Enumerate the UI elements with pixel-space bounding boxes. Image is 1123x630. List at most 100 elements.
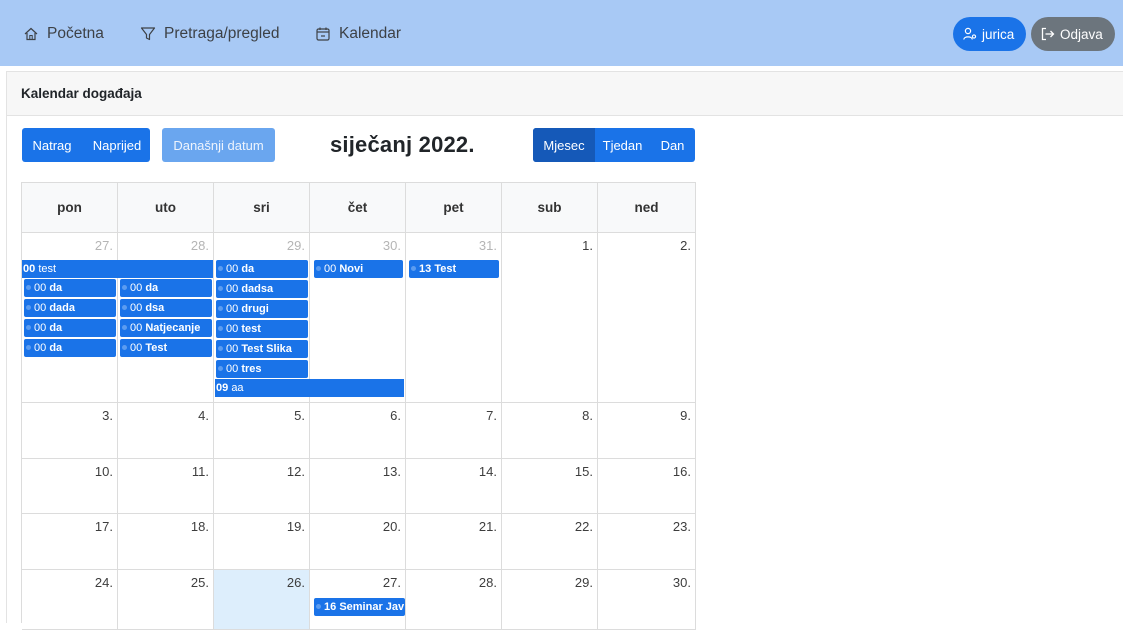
calendar-event[interactable]: 00 tres <box>216 360 308 378</box>
day-cell[interactable]: 28. <box>118 233 214 403</box>
month-calendar-grid: pon uto sri čet pet sub ned 27. 28. 29. … <box>21 182 696 630</box>
day-cell[interactable]: 19. <box>214 514 310 570</box>
calendar-event[interactable]: 00 test <box>22 260 213 278</box>
calendar-event[interactable]: 00 da <box>24 319 116 337</box>
calendar-event[interactable]: 00 da <box>24 339 116 357</box>
event-title: Natjecanje <box>145 322 201 334</box>
weekday-header: uto <box>118 183 214 233</box>
day-number: 22. <box>574 519 593 534</box>
weekday-header: pet <box>406 183 502 233</box>
day-cell[interactable]: 7. <box>406 403 502 459</box>
next-button[interactable]: Naprijed <box>84 128 150 162</box>
day-number: 28. <box>190 238 209 253</box>
calendar-icon <box>315 26 331 42</box>
user-name: jurica <box>982 26 1015 42</box>
card-title: Kalendar događaja <box>21 86 142 101</box>
user-gear-icon <box>963 27 977 41</box>
weekday-header: sub <box>502 183 598 233</box>
day-cell[interactable]: 9. <box>598 403 696 459</box>
day-number: 21. <box>478 519 497 534</box>
home-icon <box>23 26 39 42</box>
calendar-event[interactable]: 00 da <box>216 260 308 278</box>
event-time: 00 <box>226 343 239 355</box>
weekday-header: čet <box>310 183 406 233</box>
event-title: da <box>145 282 159 294</box>
week-view-button[interactable]: Tjedan <box>595 128 650 162</box>
calendar-event[interactable]: 09 aa <box>215 379 404 397</box>
day-cell[interactable]: 16. <box>598 459 696 514</box>
event-title: test <box>241 323 261 335</box>
day-cell[interactable]: 2. <box>598 233 696 403</box>
month-view-button[interactable]: Mjesec <box>533 128 595 162</box>
calendar-title: siječanj 2022. <box>330 132 475 157</box>
calendar-event[interactable]: 00 da <box>24 279 116 297</box>
day-cell[interactable]: 27. <box>22 233 118 403</box>
today-button[interactable]: Današnji datum <box>162 128 275 162</box>
day-number: 17. <box>94 519 113 534</box>
card-border <box>6 116 7 623</box>
day-cell[interactable]: 8. <box>502 403 598 459</box>
day-view-button[interactable]: Dan <box>650 128 695 162</box>
event-title: da <box>241 263 255 275</box>
calendar-event[interactable]: 13 Test <box>409 260 499 278</box>
card-header: Kalendar događaja <box>6 71 1123 116</box>
event-title: dadsa <box>241 283 274 295</box>
nav-home-link[interactable]: Početna <box>23 22 104 46</box>
nav-calendar-link[interactable]: Kalendar <box>315 22 401 46</box>
calendar-event[interactable]: 00 test <box>216 320 308 338</box>
calendar-event[interactable]: 00 dsa <box>120 299 212 317</box>
day-cell[interactable]: 14. <box>406 459 502 514</box>
user-button[interactable]: jurica <box>953 17 1026 51</box>
day-cell[interactable]: 25. <box>118 570 214 630</box>
day-cell[interactable]: 4. <box>118 403 214 459</box>
day-cell-today[interactable]: 26. <box>214 570 310 630</box>
day-number: 25. <box>190 575 209 590</box>
calendar-event[interactable]: 00 Test <box>120 339 212 357</box>
calendar-event[interactable]: 00 Test Slika <box>216 340 308 358</box>
calendar-event[interactable]: 16 Seminar Jav <box>314 598 405 616</box>
day-cell[interactable]: 15. <box>502 459 598 514</box>
day-cell[interactable]: 6. <box>310 403 406 459</box>
day-cell[interactable]: 1. <box>502 233 598 403</box>
day-number: 27. <box>382 575 401 590</box>
day-cell[interactable]: 5. <box>214 403 310 459</box>
day-cell[interactable]: 10. <box>22 459 118 514</box>
day-cell[interactable]: 3. <box>22 403 118 459</box>
day-cell[interactable]: 22. <box>502 514 598 570</box>
top-navbar: Početna Pretraga/pregled Kalendar jurica… <box>0 0 1123 66</box>
calendar-event[interactable]: 00 Natjecanje <box>120 319 212 337</box>
calendar-event[interactable]: 00 Novi <box>314 260 403 278</box>
day-cell[interactable]: 24. <box>22 570 118 630</box>
day-cell[interactable]: 17. <box>22 514 118 570</box>
day-cell[interactable]: 30. <box>598 570 696 630</box>
nav-search-link[interactable]: Pretraga/pregled <box>140 22 279 46</box>
calendar-event[interactable]: 00 drugi <box>216 300 308 318</box>
day-cell[interactable]: 20. <box>310 514 406 570</box>
logout-icon <box>1041 27 1055 41</box>
day-cell[interactable]: 11. <box>118 459 214 514</box>
day-cell[interactable]: 31. <box>406 233 502 403</box>
day-number: 16. <box>672 464 691 479</box>
day-cell[interactable]: 13. <box>310 459 406 514</box>
calendar-event[interactable]: 00 da <box>120 279 212 297</box>
day-number: 9. <box>680 408 691 423</box>
calendar-event[interactable]: 00 dadsa <box>216 280 308 298</box>
event-time: 00 <box>226 323 239 335</box>
calendar-event[interactable]: 00 dada <box>24 299 116 317</box>
day-number: 27. <box>94 238 113 253</box>
event-title: Test <box>145 342 168 354</box>
event-time: 00 <box>34 282 47 294</box>
day-cell[interactable]: 28. <box>406 570 502 630</box>
day-cell[interactable]: 29. <box>502 570 598 630</box>
day-number: 18. <box>190 519 209 534</box>
day-number: 8. <box>582 408 593 423</box>
day-cell[interactable]: 21. <box>406 514 502 570</box>
logout-button[interactable]: Odjava <box>1031 17 1115 51</box>
day-cell[interactable]: 30. <box>310 233 406 403</box>
day-cell[interactable]: 23. <box>598 514 696 570</box>
day-cell[interactable]: 18. <box>118 514 214 570</box>
prev-button[interactable]: Natrag <box>22 128 82 162</box>
day-cell[interactable]: 12. <box>214 459 310 514</box>
nav-search-label: Pretraga/pregled <box>164 25 280 42</box>
event-title: dsa <box>145 302 165 314</box>
